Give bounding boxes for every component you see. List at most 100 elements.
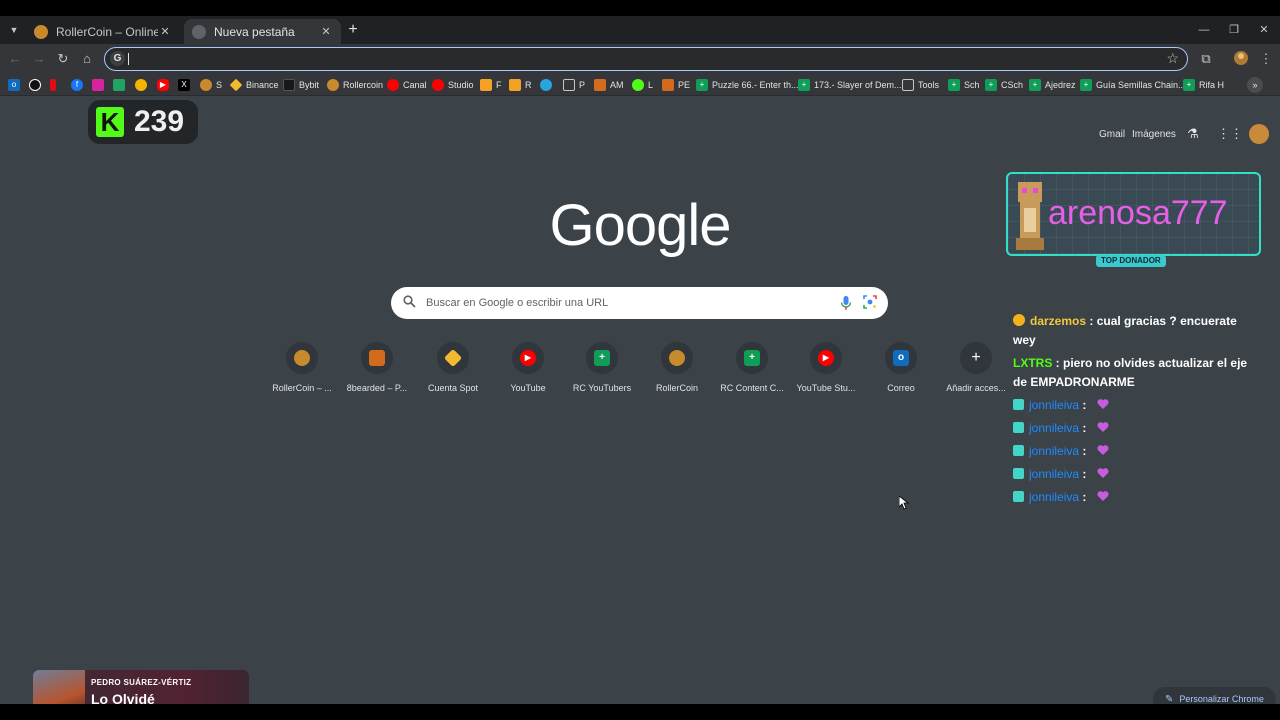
tab-new-tab[interactable]: Nueva pestaña ✕: [184, 19, 341, 44]
shortcut-tile[interactable]: o Correo: [864, 342, 938, 393]
bookmark-item[interactable]: L: [632, 77, 653, 93]
kick-viewer-badge: K 239: [88, 100, 198, 144]
bookmark-item[interactable]: + Ajedrez: [1029, 77, 1076, 93]
chat-username: jonnileiva: [1029, 467, 1080, 481]
new-tab-button[interactable]: +: [345, 22, 361, 38]
profile-avatar[interactable]: [1232, 50, 1250, 68]
shortcut-tile[interactable]: RollerCoin: [640, 342, 714, 393]
extensions-icon[interactable]: ⧉: [1197, 50, 1215, 68]
bookmark-item[interactable]: ▶: [157, 77, 173, 93]
bookmark-item[interactable]: [113, 77, 129, 93]
bookmark-item[interactable]: + Puzzle 66.- Enter th...: [696, 77, 799, 93]
bookmark-item[interactable]: Canal: [387, 77, 427, 93]
bookmark-item[interactable]: Rollercoin: [327, 77, 383, 93]
close-tab-icon[interactable]: ✕: [158, 25, 172, 38]
labs-flask-icon[interactable]: ⚗: [1185, 126, 1201, 142]
rollercoin-icon: [327, 79, 339, 91]
google-logo: Google: [549, 193, 731, 258]
close-window-button[interactable]: ✕: [1256, 22, 1272, 38]
account-avatar[interactable]: [1249, 124, 1269, 144]
bookmark-item[interactable]: + Sch: [948, 77, 980, 93]
search-box[interactable]: Buscar en Google o escribir una URL: [391, 287, 888, 319]
bookmark-item[interactable]: Binance: [229, 77, 279, 93]
bookmark-item[interactable]: [92, 77, 108, 93]
bookmark-item[interactable]: + Rifa H: [1183, 77, 1224, 93]
close-tab-icon[interactable]: ✕: [319, 25, 333, 38]
bookmark-item[interactable]: + Guía Semillas Chain...: [1080, 77, 1186, 93]
bookmark-item[interactable]: AM: [594, 77, 624, 93]
shortcut-tile[interactable]: RollerCoin – ...: [265, 342, 339, 393]
drive-icon: [113, 79, 125, 91]
bookmark-item[interactable]: [29, 77, 45, 93]
google-lens-icon[interactable]: [863, 295, 877, 309]
bookmark-item[interactable]: + CSch: [985, 77, 1023, 93]
rollercoin-icon: [34, 24, 48, 39]
shortcut-icon-circle: ▶: [512, 342, 544, 374]
bookmark-item[interactable]: +173.- Slayer of Dem...: [798, 77, 902, 93]
search-placeholder: Buscar en Google o escribir una URL: [426, 297, 609, 309]
shortcut-icon-circle: [661, 342, 693, 374]
bookmark-item[interactable]: X: [178, 77, 194, 93]
bookmark-item[interactable]: [135, 77, 151, 93]
shortcut-tile[interactable]: ▶ YouTube: [491, 342, 565, 393]
more-bookmarks-icon[interactable]: »: [1247, 77, 1263, 93]
bookmark-item[interactable]: P: [563, 77, 585, 93]
bookmark-label: Rifa H: [1199, 80, 1225, 90]
chat-username: jonnileiva: [1029, 490, 1080, 504]
restore-button[interactable]: ❐: [1226, 22, 1242, 38]
shortcut-tile[interactable]: + RC YouTubers: [565, 342, 639, 393]
minimize-button[interactable]: —: [1196, 22, 1212, 38]
back-button[interactable]: ←: [6, 50, 24, 68]
bookmark-item[interactable]: Tools: [902, 77, 939, 93]
facebook-icon: f: [71, 79, 83, 91]
heart-emote-icon: [1097, 445, 1109, 455]
shortcut-tile[interactable]: Cuenta Spot: [416, 342, 490, 393]
shortcut-tile[interactable]: + RC Content C...: [715, 342, 789, 393]
youtube-icon: ▶: [520, 350, 536, 366]
apps-grid-icon[interactable]: ⋮⋮: [1217, 126, 1243, 142]
bookmark-item[interactable]: [540, 77, 556, 93]
shortcut-label: Correo: [887, 383, 915, 393]
bookmark-star-icon[interactable]: ☆: [1166, 50, 1179, 67]
text-caret: [128, 53, 129, 65]
bookmark-label: Binance: [246, 80, 279, 90]
bookmarks-bar: o f ▶ X S Binance Bybit Rollercoin Canal…: [0, 74, 1280, 96]
bookmark-item[interactable]: Bybit: [283, 77, 319, 93]
customize-chrome-button[interactable]: ✎ Personalizar Chrome: [1153, 687, 1276, 704]
tab-rollercoin[interactable]: RollerCoin – Online Bitcoin Mining Simul…: [26, 19, 180, 44]
youtube-icon: ▶: [157, 79, 169, 91]
bookmark-item[interactable]: S: [200, 77, 222, 93]
bookmark-item[interactable]: PE: [662, 77, 690, 93]
bookmark-item[interactable]: R: [509, 77, 532, 93]
shortcut-tile[interactable]: ▶ YouTube Stu...: [789, 342, 863, 393]
address-bar[interactable]: G ☆: [104, 47, 1188, 71]
bookmark-label: 173.- Slayer of Dem...: [814, 80, 902, 90]
photos-icon: [135, 79, 147, 91]
bookmark-item[interactable]: F: [480, 77, 502, 93]
shortcut-tile[interactable]: 8bearded – P...: [340, 342, 414, 393]
subscriber-badge-icon: [1013, 399, 1024, 410]
reload-button[interactable]: ↻: [54, 50, 72, 68]
menu-icon[interactable]: ⋮: [1257, 50, 1275, 68]
gmail-link[interactable]: Gmail: [1099, 129, 1125, 140]
tab-search-button[interactable]: ▼: [6, 22, 22, 38]
bearded-icon: [662, 79, 674, 91]
bookmark-label: AM: [610, 80, 624, 90]
toolbar: ← → ↻ ⌂ G ☆ ⧉ ⋮: [0, 44, 1280, 74]
forward-button[interactable]: →: [30, 50, 48, 68]
microphone-icon[interactable]: [840, 295, 852, 311]
search-icon: [403, 295, 417, 309]
bookmark-item[interactable]: Studio: [432, 77, 474, 93]
donor-name: arenosa777: [1048, 194, 1228, 232]
bookmark-label: Rollercoin: [343, 80, 384, 90]
bookmark-label: Guía Semillas Chain...: [1096, 80, 1186, 90]
bybit-icon: [283, 79, 295, 91]
bookmark-item[interactable]: f: [71, 77, 87, 93]
chat-username: jonnileiva: [1029, 421, 1080, 435]
bookmark-item[interactable]: o: [8, 77, 24, 93]
images-link[interactable]: Imágenes: [1132, 129, 1176, 140]
home-button[interactable]: ⌂: [78, 50, 96, 68]
shortcut-icon-circle: +: [736, 342, 768, 374]
bookmark-item[interactable]: [50, 77, 60, 93]
add-shortcut-tile[interactable]: + Añadir acces...: [939, 342, 1013, 393]
